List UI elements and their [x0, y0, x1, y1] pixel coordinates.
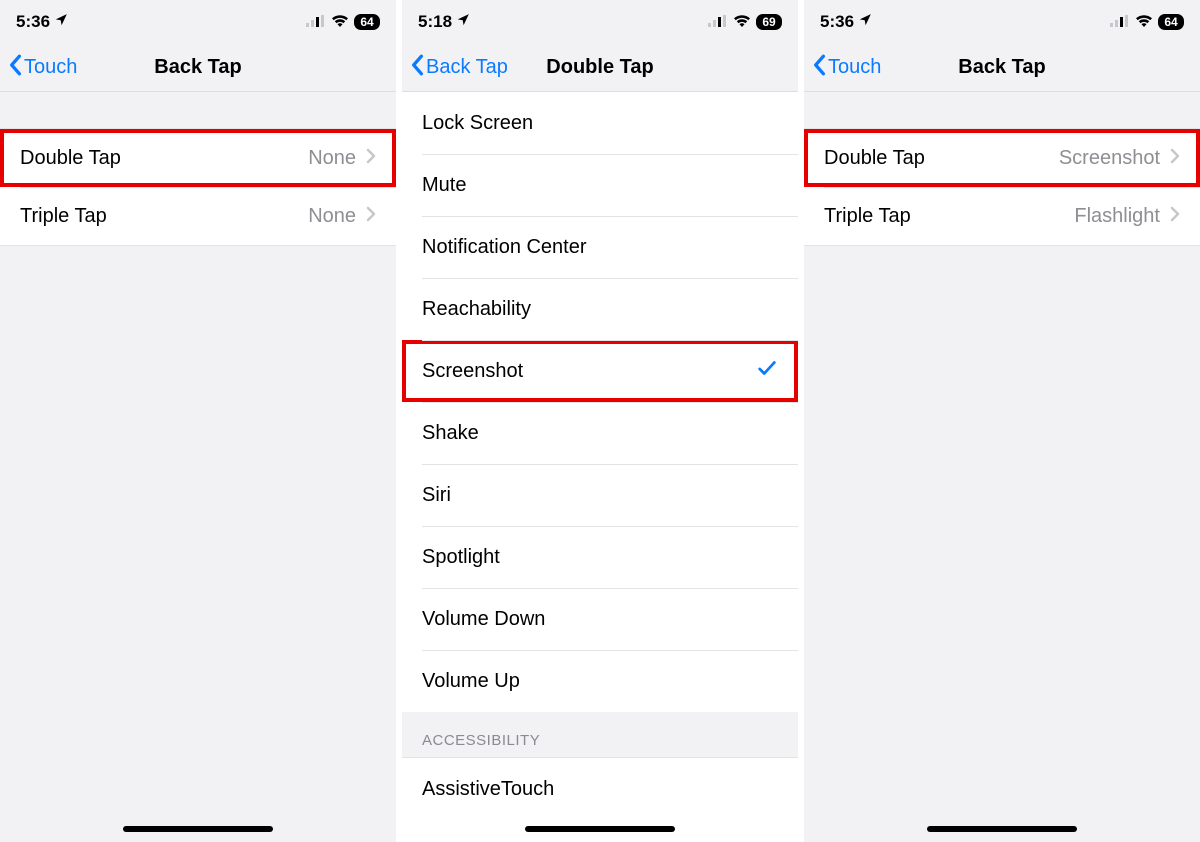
option-label: Volume Up	[422, 670, 520, 693]
cellular-signal-icon	[306, 12, 326, 32]
cellular-signal-icon	[708, 12, 728, 32]
status-bar: 5:36 64	[0, 0, 396, 44]
row-value: None	[308, 205, 356, 228]
option-label: AssistiveTouch	[422, 778, 554, 801]
back-label: Touch	[828, 56, 881, 79]
back-label: Touch	[24, 56, 77, 79]
wifi-icon	[331, 12, 349, 32]
option-label: Lock Screen	[422, 112, 533, 135]
chevron-right-icon	[1170, 147, 1180, 170]
status-bar: 5:36 64	[804, 0, 1200, 44]
nav-header: Touch Back Tap	[0, 44, 396, 92]
chevron-right-icon	[1170, 205, 1180, 228]
option-label: Notification Center	[422, 236, 587, 259]
status-time: 5:36	[820, 12, 854, 32]
option-label: Shake	[422, 422, 479, 445]
section-header-accessibility: ACCESSIBILITY	[402, 712, 798, 757]
back-button[interactable]: Back Tap	[410, 54, 508, 82]
location-icon	[54, 12, 68, 32]
screen-doubletap-options: 5:18 69 Back Tap	[402, 0, 804, 842]
back-button[interactable]: Touch	[812, 54, 881, 82]
option-shake[interactable]: Shake	[402, 402, 798, 464]
location-icon	[456, 12, 470, 32]
status-time: 5:18	[418, 12, 452, 32]
row-label: Triple Tap	[20, 205, 107, 228]
screenshots-container: 5:36 64 Touch Ba	[0, 0, 1200, 842]
option-label: Reachability	[422, 298, 531, 321]
chevron-left-icon	[8, 54, 22, 82]
nav-header: Back Tap Double Tap	[402, 44, 798, 92]
settings-list: Double Tap Screenshot Triple Tap Flashli…	[804, 128, 1200, 246]
row-triple-tap[interactable]: Triple Tap Flashlight	[804, 187, 1200, 245]
chevron-right-icon	[366, 205, 376, 228]
option-volume-down[interactable]: Volume Down	[402, 588, 798, 650]
back-button[interactable]: Touch	[8, 54, 77, 82]
battery-indicator: 64	[1158, 14, 1184, 30]
screen-backtap-initial: 5:36 64 Touch Ba	[0, 0, 402, 842]
option-siri[interactable]: Siri	[402, 464, 798, 526]
status-bar: 5:18 69	[402, 0, 798, 44]
row-double-tap[interactable]: Double Tap None	[0, 129, 396, 187]
location-icon	[858, 12, 872, 32]
option-label: Spotlight	[422, 546, 500, 569]
battery-indicator: 64	[354, 14, 380, 30]
option-mute[interactable]: Mute	[402, 154, 798, 216]
option-volume-up[interactable]: Volume Up	[402, 650, 798, 712]
chevron-left-icon	[812, 54, 826, 82]
option-spotlight[interactable]: Spotlight	[402, 526, 798, 588]
battery-indicator: 69	[756, 14, 782, 30]
nav-header: Touch Back Tap	[804, 44, 1200, 92]
row-value: Screenshot	[1059, 147, 1160, 170]
home-indicator[interactable]	[525, 826, 675, 832]
wifi-icon	[733, 12, 751, 32]
option-lock-screen[interactable]: Lock Screen	[402, 92, 798, 154]
row-double-tap[interactable]: Double Tap Screenshot	[804, 129, 1200, 187]
screen-backtap-configured: 5:36 64 Touch Ba	[804, 0, 1200, 842]
chevron-right-icon	[366, 147, 376, 170]
chevron-left-icon	[410, 54, 424, 82]
status-time: 5:36	[16, 12, 50, 32]
option-notification-center[interactable]: Notification Center	[402, 216, 798, 278]
accessibility-list: AssistiveTouch	[402, 757, 798, 820]
option-screenshot[interactable]: Screenshot	[402, 340, 798, 402]
settings-list: Double Tap None Triple Tap None	[0, 128, 396, 246]
row-label: Double Tap	[20, 147, 121, 170]
row-value: Flashlight	[1074, 205, 1160, 228]
option-label: Siri	[422, 484, 451, 507]
option-label: Mute	[422, 174, 466, 197]
checkmark-icon	[756, 357, 778, 385]
wifi-icon	[1135, 12, 1153, 32]
option-label: Screenshot	[422, 360, 523, 383]
cellular-signal-icon	[1110, 12, 1130, 32]
row-label: Triple Tap	[824, 205, 911, 228]
home-indicator[interactable]	[927, 826, 1077, 832]
row-value: None	[308, 147, 356, 170]
option-reachability[interactable]: Reachability	[402, 278, 798, 340]
row-triple-tap[interactable]: Triple Tap None	[0, 187, 396, 245]
options-list: Lock Screen Mute Notification Center Rea…	[402, 92, 798, 712]
back-label: Back Tap	[426, 56, 508, 79]
option-assistivetouch[interactable]: AssistiveTouch	[402, 758, 798, 820]
option-label: Volume Down	[422, 608, 545, 631]
home-indicator[interactable]	[123, 826, 273, 832]
row-label: Double Tap	[824, 147, 925, 170]
